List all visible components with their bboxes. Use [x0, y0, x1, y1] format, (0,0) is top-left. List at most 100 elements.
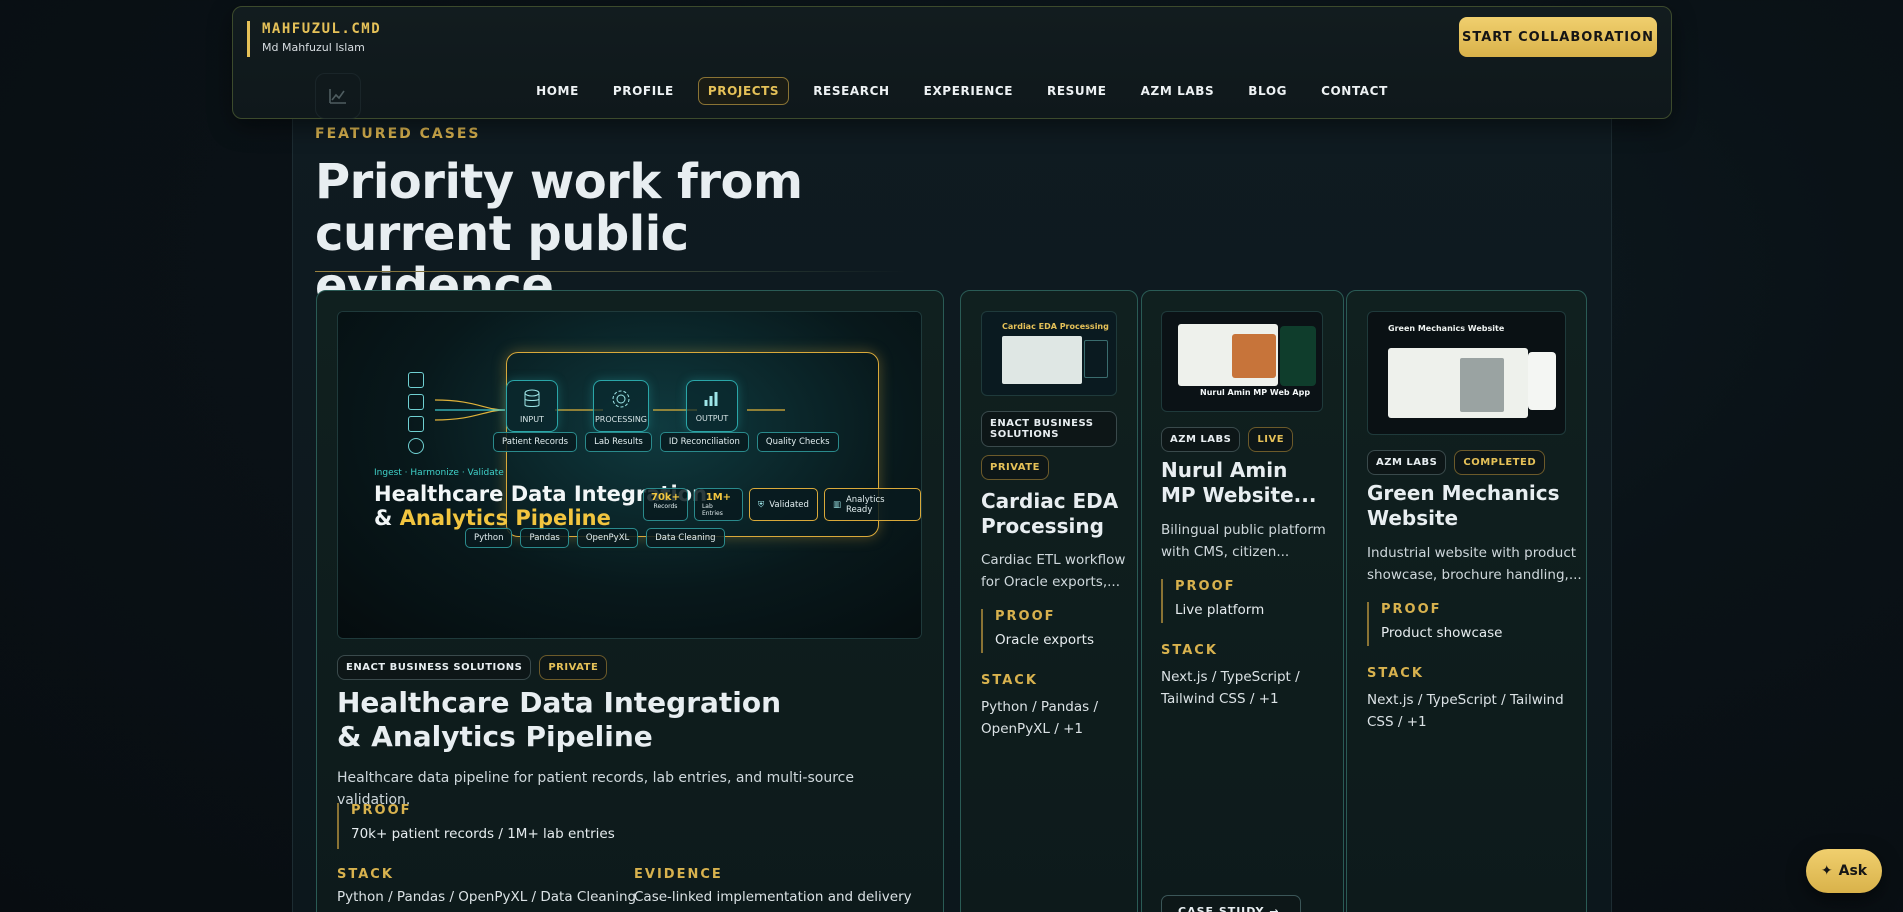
bar-chart-icon: ▥ — [832, 499, 841, 510]
stack-value: Python / Pandas / OpenPyXL / Data Cleani… — [337, 889, 637, 905]
source-chip: Lab Results — [585, 432, 652, 452]
source-chip: Quality Checks — [756, 432, 839, 452]
processing-step-label: PROCESSING — [594, 414, 648, 424]
image-title-gold: Analytics Pipeline — [399, 506, 611, 530]
proof-value: 70k+ patient records / 1M+ lab entries — [351, 826, 615, 842]
title-divider — [315, 271, 905, 272]
featured-proof: PROOF 70k+ patient records / 1M+ lab ent… — [337, 803, 615, 849]
proof-label: PROOF — [995, 609, 1056, 624]
card-title-line2: MP Website... — [1161, 483, 1317, 507]
bar-chart-icon — [704, 391, 718, 406]
output-step: OUTPUT — [686, 380, 738, 432]
card-proof: PROOF Oracle exports — [981, 609, 1094, 653]
card-title-line2: Website — [1367, 506, 1459, 530]
thumb-phone — [1280, 326, 1316, 386]
featured-title-line1: Healthcare Data Integration — [337, 686, 782, 719]
description-line2: for Oracle exports,... — [981, 574, 1121, 590]
case-study-button[interactable]: CASE STUDY → — [1161, 895, 1301, 912]
card-tags: ENACT BUSINESS SOLUTIONS PRIVATE — [981, 411, 1117, 480]
brand[interactable]: MAHFUZUL.CMD Md Mahfuzul Islam — [247, 21, 381, 57]
stat-chip: 70k+ Records — [643, 488, 688, 521]
visibility-tag: PRIVATE — [981, 455, 1049, 480]
card-description: Bilingual public platform with CMS, citi… — [1161, 519, 1326, 563]
nav-azm-labs[interactable]: AZM LABS — [1131, 77, 1225, 105]
output-step-label: OUTPUT — [695, 413, 729, 423]
card-title[interactable]: Nurul Amin MP Website... — [1161, 458, 1316, 508]
status-tag: COMPLETED — [1454, 450, 1546, 475]
card-description: Cardiac ETL workflow for Oracle exports,… — [981, 549, 1125, 593]
stack-line2: CSS / +1 — [1367, 714, 1427, 730]
featured-project-image[interactable]: INPUT PROCESSING OUTPUT Patient Records … — [337, 311, 922, 639]
main-nav: HOME PROFILE PROJECTS RESEARCH EXPERIENC… — [233, 77, 1671, 105]
org-tag: ENACT BUSINESS SOLUTIONS — [981, 411, 1117, 447]
stat-value: 1M+ — [705, 492, 732, 503]
thumb-title: Nurul Amin MP Web App — [1200, 388, 1311, 397]
proof-value: Live platform — [1175, 602, 1265, 618]
stat-label: Analytics Ready — [845, 494, 885, 515]
stack-label: STACK — [1161, 643, 1218, 658]
status-tag: LIVE — [1248, 427, 1294, 452]
stat-chip: 1M+ Lab Entries — [693, 488, 743, 521]
document-icon — [408, 372, 424, 388]
source-chip: Patient Records — [493, 432, 578, 452]
site-header: MAHFUZUL.CMD Md Mahfuzul Islam START COL… — [232, 6, 1672, 119]
tool-chips: Python Pandas OpenPyXL Data Cleaning — [465, 528, 725, 548]
card-title[interactable]: Green Mechanics Website — [1367, 481, 1560, 531]
featured-evidence: EVIDENCE Case-linked implementation and … — [634, 867, 912, 908]
thumb-title: Green Mechanics Website — [1388, 324, 1505, 333]
nav-experience[interactable]: EXPERIENCE — [914, 77, 1023, 105]
description-line1: Bilingual public platform — [1161, 522, 1326, 538]
stat-value: 70k+ — [651, 492, 680, 503]
stat-label: Lab Entries — [701, 503, 723, 517]
project-thumbnail[interactable]: Nurul Amin MP Web App — [1161, 311, 1323, 412]
proof-value: Product showcase — [1381, 625, 1503, 641]
featured-stack: STACK Python / Pandas / OpenPyXL / Data … — [337, 867, 636, 908]
stat-label: Records — [653, 503, 678, 510]
input-step-label: INPUT — [520, 414, 544, 424]
featured-title[interactable]: Healthcare Data Integration & Analytics … — [337, 686, 781, 754]
stack-line2: OpenPyXL / +1 — [981, 721, 1083, 737]
thumb-photo — [1232, 334, 1276, 378]
card-title[interactable]: Cardiac EDA Processing — [981, 489, 1118, 539]
database-icon — [408, 438, 424, 454]
org-tag: AZM LABS — [1161, 427, 1241, 452]
stack-line1: Next.js / TypeScript / Tailwind — [1367, 692, 1564, 708]
stack-label: STACK — [1367, 666, 1424, 681]
ask-label: Ask — [1838, 863, 1868, 879]
stack-label: STACK — [981, 673, 1038, 688]
start-collaboration-button[interactable]: START COLLABORATION — [1459, 17, 1657, 57]
section-kicker: FEATURED CASES — [315, 126, 481, 142]
card-stack: STACK Next.js / TypeScript / Tailwind CS… — [1161, 643, 1300, 710]
nav-blog[interactable]: BLOG — [1238, 77, 1297, 105]
card-proof: PROOF Product showcase — [1367, 602, 1502, 646]
ask-assistant-button[interactable]: ✦ Ask — [1806, 849, 1882, 893]
nav-profile[interactable]: PROFILE — [603, 77, 684, 105]
id-card-icon — [408, 416, 424, 432]
source-chip: ID Reconciliation — [659, 432, 749, 452]
proof-label: PROOF — [1381, 602, 1442, 617]
project-thumbnail[interactable]: Green Mechanics Website — [1367, 311, 1566, 435]
stack-label: STACK — [337, 867, 394, 882]
gear-icon — [612, 390, 630, 407]
nav-projects[interactable]: PROJECTS — [697, 77, 790, 105]
stack-line1: Next.js / TypeScript / — [1161, 669, 1300, 685]
thumb-laptop — [1388, 348, 1528, 418]
brand-title: MAHFUZUL.CMD — [262, 21, 382, 37]
stat-chip: ⛨ Validated — [748, 488, 818, 521]
stack-line1: Python / Pandas / — [981, 699, 1099, 715]
proof-value: Oracle exports — [995, 632, 1094, 648]
visibility-tag: PRIVATE — [539, 655, 608, 680]
description-line1: Industrial website with product — [1367, 545, 1577, 561]
nav-contact[interactable]: CONTACT — [1311, 77, 1398, 105]
stat-label: Validated — [769, 499, 809, 510]
nav-resume[interactable]: RESUME — [1037, 77, 1117, 105]
image-stats: 70k+ Records 1M+ Lab Entries ⛨ Validated ▥ A… — [643, 488, 921, 521]
nav-research[interactable]: RESEARCH — [803, 77, 899, 105]
description-line1: Cardiac ETL workflow — [981, 552, 1126, 568]
nav-home[interactable]: HOME — [526, 77, 589, 105]
featured-title-line2: & Analytics Pipeline — [337, 720, 653, 753]
evidence-value: Case-linked implementation and delivery — [634, 889, 912, 905]
processing-step: PROCESSING — [593, 380, 649, 432]
source-icons — [408, 372, 434, 462]
project-thumbnail[interactable]: Cardiac EDA Processing — [981, 311, 1117, 396]
